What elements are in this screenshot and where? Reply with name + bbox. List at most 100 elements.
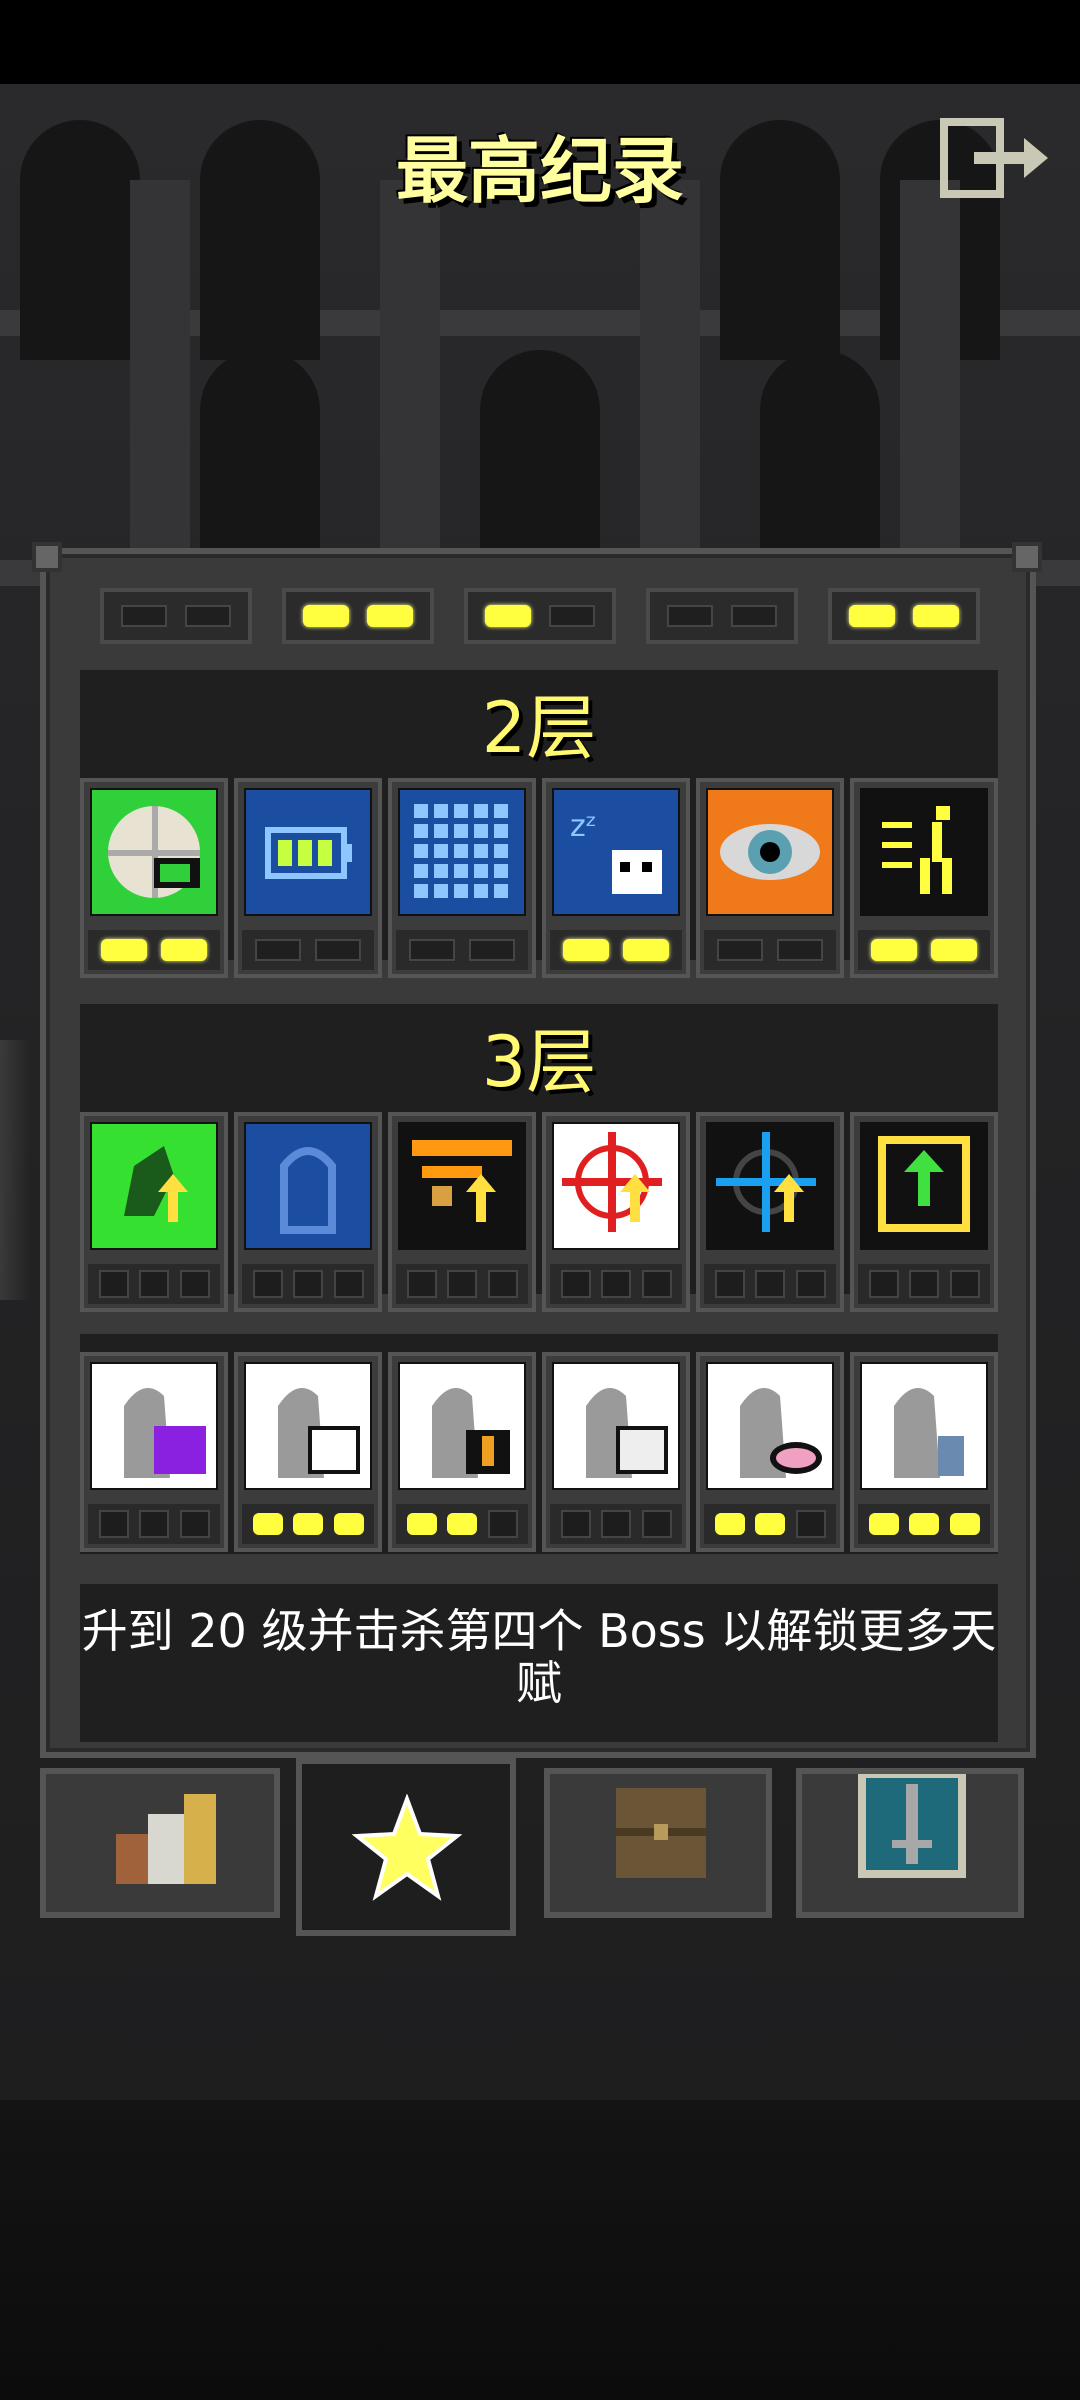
panel-corner — [1012, 542, 1042, 572]
pip-unlit — [714, 1270, 745, 1298]
exit-button[interactable] — [940, 118, 1052, 198]
talent-level-pips — [704, 1504, 836, 1544]
talent-level-pips — [88, 1264, 220, 1304]
talent-card[interactable] — [80, 1112, 228, 1312]
pip-unlit — [730, 605, 777, 627]
pip-unlit — [560, 1270, 591, 1298]
pip-unlit — [795, 1510, 826, 1538]
talent-card[interactable] — [542, 1112, 690, 1312]
talent-card[interactable] — [234, 1352, 382, 1552]
unlock-hint-text: 升到 20 级并击杀第四个 Boss 以解锁更多天赋 — [81, 1604, 997, 1710]
talent-card[interactable] — [696, 778, 844, 978]
pip-lit — [871, 939, 918, 961]
pip-lit — [949, 1513, 980, 1535]
pip-unlit — [98, 1270, 129, 1298]
background-pillar — [380, 180, 440, 560]
pip-unlit — [641, 1510, 672, 1538]
pip-unlit — [255, 939, 302, 961]
pip-unlit — [184, 605, 231, 627]
pip-lit — [849, 605, 896, 627]
pip-unlit — [776, 939, 823, 961]
pip-unlit — [447, 1270, 477, 1298]
pip-unlit — [755, 1270, 785, 1298]
pip-unlit — [139, 1510, 169, 1538]
talent-level-pips — [550, 930, 682, 970]
talent-card[interactable] — [850, 778, 998, 978]
talent-card[interactable] — [850, 1352, 998, 1552]
pip-unlit — [314, 939, 361, 961]
talent-card[interactable] — [542, 1352, 690, 1552]
talent-card[interactable] — [234, 1112, 382, 1312]
talent-level-pips — [704, 1264, 836, 1304]
pip-unlit — [468, 939, 515, 961]
exit-icon — [940, 118, 1048, 198]
pip-lit — [912, 605, 959, 627]
pip-lit — [909, 1513, 939, 1535]
talent-card[interactable] — [80, 1352, 228, 1552]
pip-lit — [366, 605, 413, 627]
talent-card[interactable] — [388, 1352, 536, 1552]
talent-level-pips — [396, 1504, 528, 1544]
pip-lit — [755, 1513, 785, 1535]
tier-3-talents — [80, 1112, 1000, 1312]
blue-crosshair-upgrade-icon — [706, 1122, 834, 1250]
tier-2-talents: zᶻ — [80, 778, 1000, 978]
running-figure-icon — [860, 788, 988, 916]
talent-level-pips — [396, 1264, 528, 1304]
pip-lit — [622, 939, 669, 961]
talent-card[interactable] — [850, 1112, 998, 1312]
talent-card[interactable] — [80, 778, 228, 978]
pip-unlit — [179, 1510, 210, 1538]
pip-lit — [447, 1513, 477, 1535]
silhouette-white-skull-icon — [244, 1362, 372, 1490]
talent-card[interactable] — [234, 778, 382, 978]
pip-unlit — [560, 1510, 591, 1538]
tab-talents[interactable] — [296, 1758, 516, 1936]
pip-lit — [252, 1513, 283, 1535]
crosshair-upgrade-icon — [552, 1122, 680, 1250]
battery-icon — [244, 788, 372, 916]
talent-card[interactable] — [696, 1112, 844, 1312]
background-pillar — [130, 180, 190, 560]
silhouette-blue-figure-icon — [860, 1362, 988, 1490]
tab-stats[interactable] — [40, 1768, 280, 1918]
silhouette-runner-icon — [398, 1362, 526, 1490]
background-pillar — [640, 180, 700, 560]
pip-lit — [868, 1513, 899, 1535]
blue-robe-icon — [244, 1122, 372, 1250]
tier-4-talents — [80, 1352, 1000, 1552]
pip-unlit — [179, 1270, 210, 1298]
talent-level-pips — [242, 1504, 374, 1544]
talent-level-pips — [858, 1504, 990, 1544]
pip-unlit — [406, 1270, 437, 1298]
pip-lit — [333, 1513, 364, 1535]
tier-progress-1 — [100, 588, 252, 644]
talent-card[interactable] — [696, 1352, 844, 1552]
page-title: 最高纪录 — [395, 129, 684, 213]
talent-level-pips — [88, 1504, 220, 1544]
books-icon — [116, 1794, 216, 1884]
talent-card[interactable] — [388, 1112, 536, 1312]
orange-banner-upgrade-icon — [398, 1122, 526, 1250]
talent-card[interactable]: zᶻ — [542, 778, 690, 978]
floor-background — [0, 2100, 1080, 2400]
scroll-upgrade-icon — [860, 1122, 988, 1250]
pip-unlit — [601, 1270, 631, 1298]
talent-level-pips — [858, 1264, 990, 1304]
tab-journal[interactable] — [796, 1768, 1024, 1918]
pip-unlit — [293, 1270, 323, 1298]
sleeping-skull-icon: zᶻ — [552, 788, 680, 916]
star-icon — [352, 1794, 462, 1901]
pip-lit — [293, 1513, 323, 1535]
talent-level-pips — [242, 1264, 374, 1304]
tier-2-label: 2层 — [481, 687, 597, 769]
tab-badges[interactable] — [544, 1768, 772, 1918]
eye-icon — [706, 788, 834, 916]
pip-unlit — [795, 1270, 826, 1298]
talent-card[interactable] — [388, 778, 536, 978]
pip-unlit — [487, 1510, 518, 1538]
pip-unlit — [333, 1270, 364, 1298]
chest-icon — [616, 1788, 706, 1878]
pip-lit — [406, 1513, 437, 1535]
pip-unlit — [641, 1270, 672, 1298]
